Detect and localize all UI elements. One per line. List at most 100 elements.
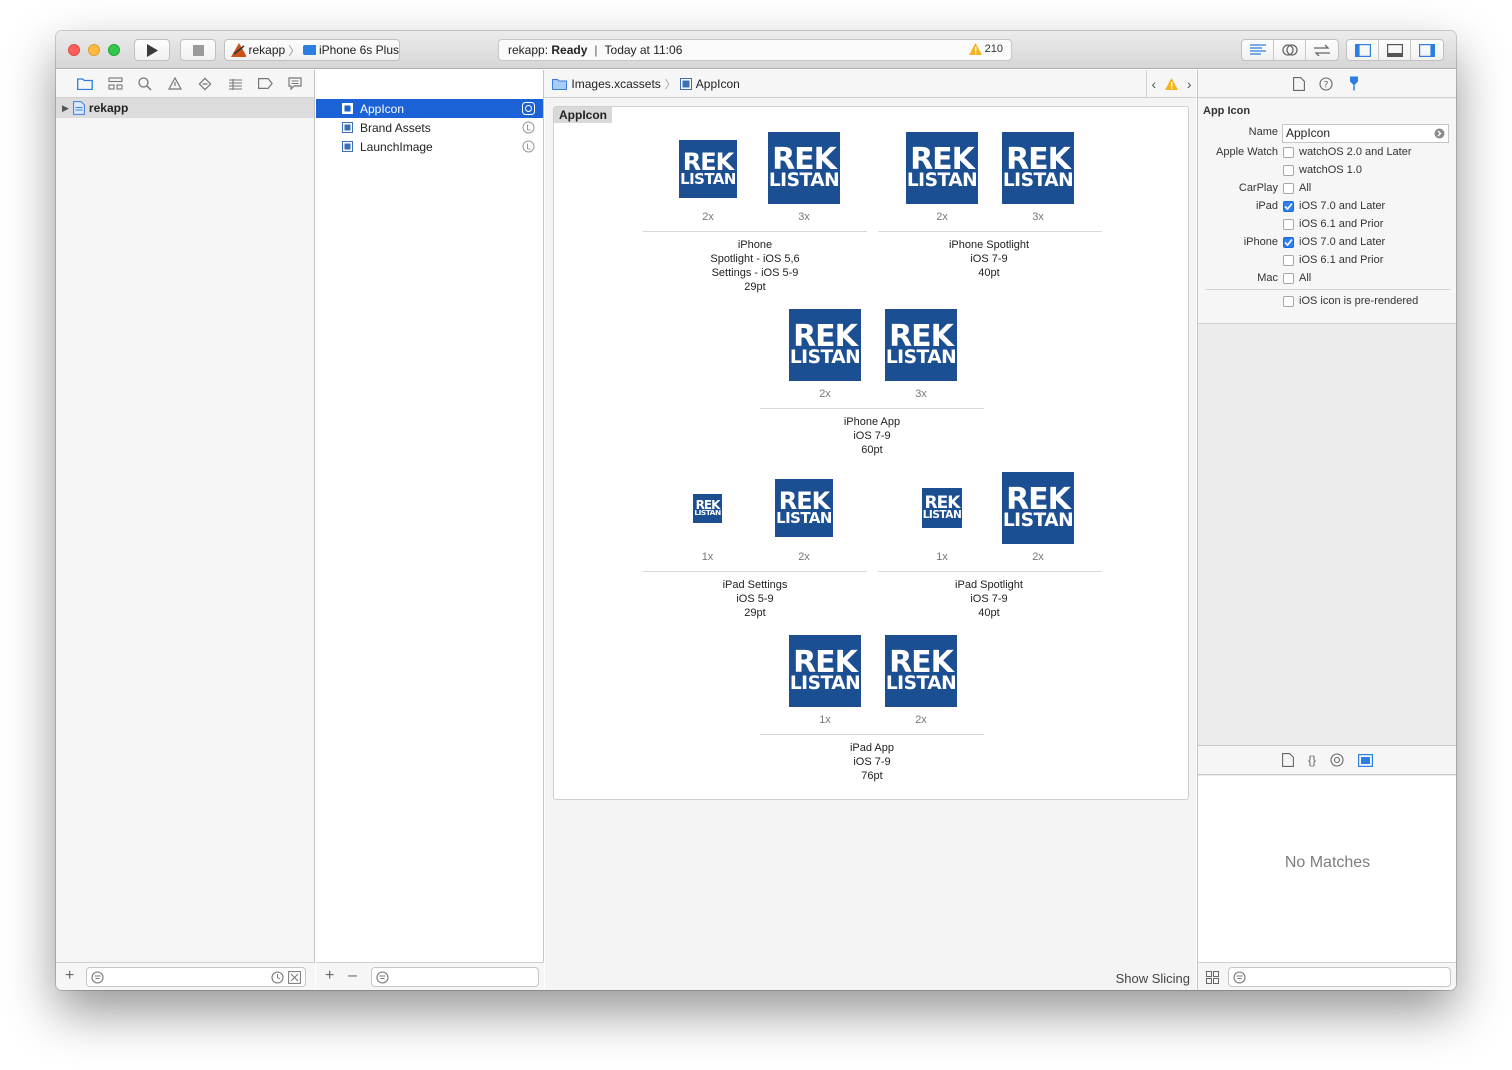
symbol-navigator-tab[interactable] bbox=[100, 70, 130, 98]
ipad-option-2[interactable]: iOS 6.1 and Prior bbox=[1283, 218, 1383, 230]
remove-asset-button[interactable]: – bbox=[348, 967, 357, 985]
checkbox[interactable] bbox=[1283, 272, 1294, 284]
group-label-line: Settings - iOS 5-9 bbox=[711, 267, 799, 279]
app-icon-slot[interactable]: REK LISTAN bbox=[906, 132, 978, 204]
navigator-panel-icon bbox=[1354, 43, 1371, 57]
version-editor-button[interactable] bbox=[1306, 40, 1338, 60]
issue-navigator-tab[interactable] bbox=[160, 70, 190, 98]
activity-separator: | bbox=[594, 43, 598, 57]
warnings-indicator[interactable]: 210 bbox=[968, 43, 1003, 55]
app-icon-slot[interactable]: REK LISTAN bbox=[922, 488, 962, 528]
report-navigator-tab[interactable] bbox=[280, 70, 310, 98]
app-icon-slot[interactable]: REK LISTAN bbox=[885, 635, 957, 707]
object-library-icon[interactable] bbox=[1330, 753, 1344, 767]
help-icon[interactable]: ? bbox=[1319, 76, 1333, 91]
add-file-button[interactable]: + bbox=[65, 967, 74, 985]
toggle-navigator-button[interactable] bbox=[1347, 40, 1379, 60]
toggle-debug-area-button[interactable] bbox=[1379, 40, 1411, 60]
group-divider bbox=[643, 231, 867, 232]
standard-editor-button[interactable] bbox=[1242, 40, 1274, 60]
navigator-tabs bbox=[56, 70, 314, 98]
checkbox[interactable] bbox=[1283, 236, 1294, 248]
option-label: iOS 7.0 and Later bbox=[1299, 200, 1386, 212]
app-icon-slot[interactable]: REK LISTAN bbox=[775, 479, 833, 537]
group-label-line: 40pt bbox=[978, 607, 1000, 619]
app-icon-slot[interactable]: REK LISTAN bbox=[1002, 132, 1074, 204]
breakpoint-navigator-tab[interactable] bbox=[250, 70, 280, 98]
previous-issue-icon[interactable]: ‹ bbox=[1151, 76, 1156, 92]
zoom-window-button[interactable] bbox=[108, 44, 120, 56]
add-asset-button[interactable]: + bbox=[325, 967, 334, 985]
prerendered-option[interactable]: iOS icon is pre-rendered bbox=[1283, 295, 1418, 307]
project-navigator-tab[interactable] bbox=[70, 70, 100, 98]
library-filter-input[interactable] bbox=[1228, 967, 1451, 987]
app-icon-slot[interactable]: REK LISTAN bbox=[679, 140, 737, 198]
checkbox[interactable] bbox=[1283, 182, 1294, 194]
ipad-option-1[interactable]: iOS 7.0 and Later bbox=[1283, 200, 1385, 212]
app-icon-slot[interactable]: REK LISTAN bbox=[768, 132, 840, 204]
iphone-option-1[interactable]: iOS 7.0 and Later bbox=[1283, 236, 1385, 248]
checkbox[interactable] bbox=[1283, 254, 1294, 266]
app-icon-attributes: App Icon Name AppIcon Apple Watch watchO… bbox=[1198, 99, 1456, 324]
group-label-line: iPhone App bbox=[843, 416, 901, 428]
checkbox[interactable] bbox=[1283, 295, 1294, 307]
checkbox[interactable] bbox=[1283, 146, 1294, 158]
file-inspector-icon[interactable] bbox=[1293, 76, 1305, 91]
mac-option[interactable]: All bbox=[1283, 272, 1311, 284]
code-snippet-icon[interactable]: {} bbox=[1308, 753, 1316, 767]
recent-files-clock-icon[interactable] bbox=[271, 971, 284, 984]
watch-option-2[interactable]: watchOS 1.0 bbox=[1283, 164, 1362, 176]
checkbox[interactable] bbox=[1283, 200, 1294, 212]
checkbox[interactable] bbox=[1283, 218, 1294, 230]
app-icon-slot[interactable]: REK LISTAN bbox=[789, 635, 861, 707]
checkbox[interactable] bbox=[1283, 164, 1294, 176]
media-library-icon[interactable] bbox=[1358, 753, 1373, 767]
test-navigator-tab[interactable] bbox=[190, 70, 220, 98]
assistant-editor-button[interactable] bbox=[1274, 40, 1306, 60]
jumpbar-crumb-appicon[interactable]: AppIcon bbox=[679, 77, 740, 91]
stop-button[interactable] bbox=[180, 39, 216, 61]
warning-icon[interactable] bbox=[1164, 78, 1178, 90]
scheme-selector[interactable]: rekapp 〉 iPhone 6s Plus bbox=[224, 39, 400, 61]
run-button[interactable] bbox=[134, 39, 170, 61]
jumpbar-crumb-catalog[interactable]: Images.xcassets bbox=[552, 77, 661, 91]
icon-group-label: iPad Spotlight iOS 7-9 40pt bbox=[879, 578, 1099, 620]
option-label: iOS 7.0 and Later bbox=[1299, 236, 1386, 248]
app-icon-slot[interactable]: REK LISTAN bbox=[789, 309, 861, 381]
app-icon-slot[interactable]: REK LISTAN bbox=[885, 309, 957, 381]
toggle-utilities-button[interactable] bbox=[1411, 40, 1443, 60]
carplay-option[interactable]: All bbox=[1283, 182, 1311, 194]
icon-text-bottom: LISTAN bbox=[885, 672, 957, 694]
icon-text-bottom: LISTAN bbox=[789, 672, 861, 694]
attributes-inspector-icon[interactable] bbox=[1347, 76, 1361, 91]
asset-filter-input[interactable] bbox=[371, 967, 539, 987]
icon-text-bottom: LISTAN bbox=[1002, 169, 1074, 191]
project-row[interactable]: ▶ rekapp bbox=[56, 98, 314, 118]
go-arrow-icon[interactable] bbox=[1434, 128, 1445, 139]
app-icon-slot[interactable]: REK LISTAN bbox=[1002, 472, 1074, 544]
watch-option-1[interactable]: watchOS 2.0 and Later bbox=[1283, 146, 1412, 158]
source-control-filter-icon[interactable] bbox=[288, 971, 301, 984]
next-issue-icon[interactable]: › bbox=[1187, 76, 1192, 92]
find-navigator-tab[interactable] bbox=[130, 70, 160, 98]
launch-badge-icon bbox=[522, 121, 535, 134]
file-template-icon[interactable] bbox=[1282, 753, 1294, 767]
name-field[interactable]: AppIcon bbox=[1282, 124, 1449, 143]
iphone-option-2[interactable]: iOS 6.1 and Prior bbox=[1283, 254, 1383, 266]
app-icon-slot[interactable]: REK LISTAN bbox=[693, 494, 722, 523]
grid-view-icon[interactable] bbox=[1206, 971, 1219, 984]
asset-row-appicon[interactable]: AppIcon bbox=[316, 99, 543, 118]
navigator-filter-bar: + bbox=[56, 962, 315, 990]
navigator-filter-input[interactable] bbox=[86, 967, 306, 987]
disclosure-triangle-icon[interactable]: ▶ bbox=[62, 103, 69, 114]
icon-text-bottom: LISTAN bbox=[906, 169, 978, 191]
device-icon bbox=[303, 45, 316, 55]
show-slicing-button[interactable]: Show Slicing bbox=[1116, 971, 1190, 986]
group-label-line: iOS 7-9 bbox=[853, 756, 891, 768]
view-toggle-control bbox=[1346, 39, 1444, 61]
close-window-button[interactable] bbox=[68, 44, 80, 56]
asset-row-brand-assets[interactable]: Brand Assets bbox=[316, 118, 543, 137]
debug-navigator-tab[interactable] bbox=[220, 70, 250, 98]
minimize-window-button[interactable] bbox=[88, 44, 100, 56]
asset-row-launchimage[interactable]: LaunchImage bbox=[316, 137, 543, 156]
